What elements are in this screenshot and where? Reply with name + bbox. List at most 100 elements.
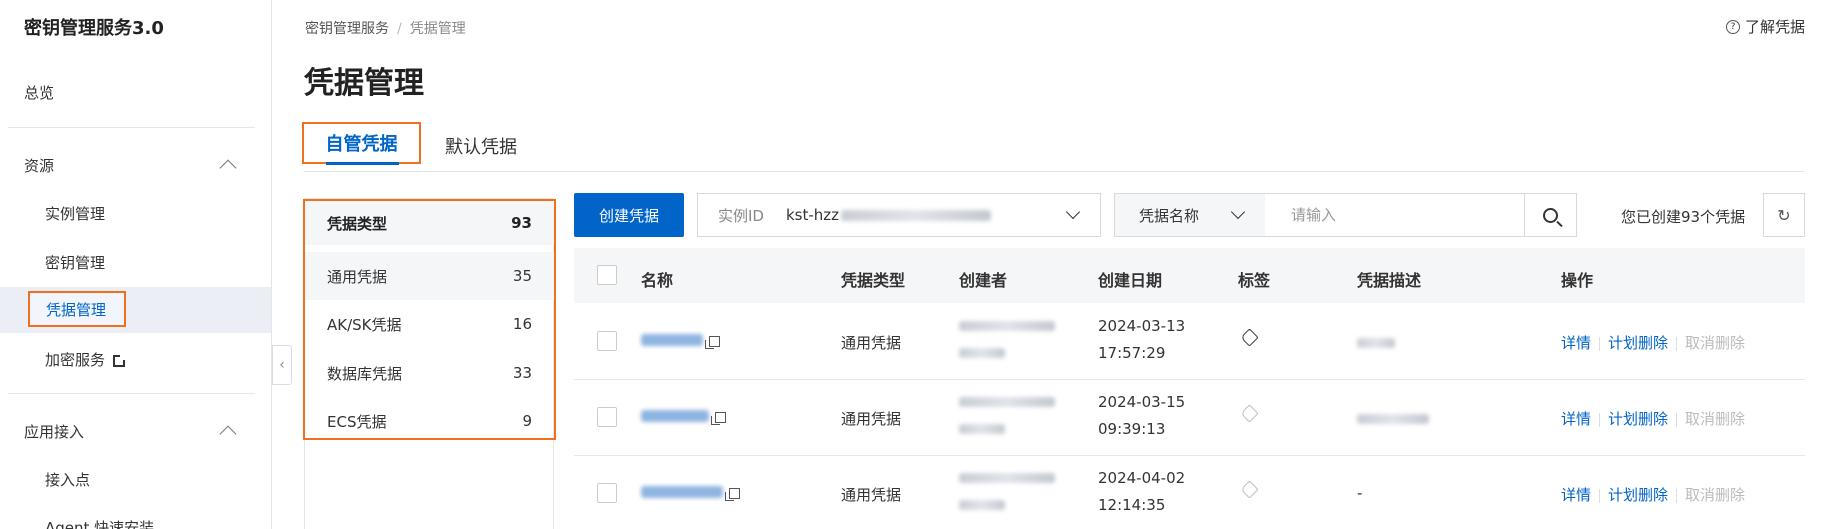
schedule-delete-link[interactable]: 计划删除 [1608,486,1668,504]
row-actions: 详情 计划删除 取消删除 [1561,408,1745,429]
redacted-text [959,500,1005,510]
refresh-button[interactable]: ↻ [1763,193,1805,237]
search-field-select[interactable]: 凭据名称 [1115,194,1265,236]
instance-value: kst-hzz [785,206,840,224]
sidebar-item-keys[interactable]: 密钥管理 [45,252,105,273]
row-divider [574,455,1805,456]
sidebar-item-encryption[interactable]: 加密服务 [45,349,128,370]
chevron-left-icon: ‹ [279,357,285,373]
column-header: 操作 [1561,271,1594,290]
row-checkbox[interactable] [597,407,617,427]
search-icon [1543,207,1558,223]
redacted-text [959,348,1005,358]
sidebar-item-instances[interactable]: 实例管理 [45,203,105,224]
detail-link[interactable]: 详情 [1561,410,1591,428]
created-date-day: 2024-03-15 [1098,393,1186,411]
row-actions: 详情 计划删除 取消删除 [1561,332,1745,353]
sidebar-item-secrets[interactable]: 凭据管理 [28,291,126,327]
type-item-ecs[interactable]: ECS凭据 9 [305,397,554,445]
row-checkbox[interactable] [597,331,617,351]
tag-icon[interactable] [1240,404,1259,423]
help-link[interactable]: ? 了解凭据 [1725,16,1805,37]
sidebar-divider [8,393,255,394]
description: - [1357,484,1363,502]
sidebar-item-label: 加密服务 [45,351,106,369]
copy-icon[interactable] [705,336,720,349]
redacted-text [959,321,1055,331]
active-tab-indicator [326,162,399,165]
created-date-time: 09:39:13 [1098,420,1166,438]
row-checkbox[interactable] [597,483,617,503]
column-header: 标签 [1238,271,1271,290]
secret-name-link[interactable] [641,408,726,426]
redacted-text [959,397,1055,407]
secret-name-link[interactable] [641,332,720,350]
tab-self-managed[interactable]: 自管凭据 [302,122,421,164]
creator [959,465,1055,510]
type-label: 凭据类型 [327,214,388,233]
instance-label: 实例ID [718,206,764,225]
product-title: 密钥管理服务3.0 [24,18,164,39]
chevron-up-icon[interactable] [219,425,237,443]
type-item-generic[interactable]: 通用凭据 35 [305,252,554,300]
detail-link[interactable]: 详情 [1561,334,1591,352]
secret-type: 通用凭据 [841,410,902,428]
sidebar-item-endpoints[interactable]: 接入点 [45,469,90,490]
sidebar-group-resources[interactable]: 资源 [24,155,54,176]
sidebar: 密钥管理服务3.0 总览 资源 实例管理 密钥管理 凭据管理 加密服务 应用接入… [0,0,272,529]
column-header: 创建日期 [1098,271,1163,290]
action-separator [1599,336,1601,351]
redacted-text [641,410,709,422]
sidebar-divider [8,127,255,128]
cancel-delete-link: 取消删除 [1685,410,1746,428]
select-all-checkbox[interactable] [597,265,617,285]
sidebar-group-access[interactable]: 应用接入 [24,421,84,442]
tabs-divider [304,171,1804,172]
sidebar-item-agent-install[interactable]: Agent 快速安装 [45,517,154,529]
copy-icon[interactable] [711,412,726,425]
search-box: 凭据名称 [1114,193,1577,237]
secret-type-panel: 凭据类型 93 通用凭据 35 AK/SK凭据 16 数据库凭据 33 ECS凭… [303,199,556,440]
type-item-database[interactable]: 数据库凭据 33 [305,349,554,397]
creator [959,389,1055,434]
sidebar-collapse-button[interactable]: ‹ [272,345,292,385]
type-label: ECS凭据 [327,412,387,431]
instance-select[interactable]: 实例ID kst-hzz [697,193,1101,237]
created-date: 2024-03-13 17:57:29 [1098,313,1185,367]
redacted-text [1357,338,1395,348]
refresh-icon: ↻ [1777,205,1791,225]
type-item-aksk[interactable]: AK/SK凭据 16 [305,300,554,348]
search-input[interactable] [1265,195,1520,235]
created-date: 2024-04-02 12:14:35 [1098,465,1185,519]
tag-icon[interactable] [1240,480,1259,499]
create-secret-button[interactable]: 创建凭据 [574,193,684,237]
tab-default[interactable]: 默认凭据 [445,133,517,159]
type-count: 33 [512,364,532,382]
secret-name-link[interactable] [641,484,740,502]
secret-type: 通用凭据 [841,486,902,504]
detail-link[interactable]: 详情 [1561,486,1591,504]
redacted-text [1357,414,1429,424]
cancel-delete-link: 取消删除 [1685,334,1746,352]
type-count: 9 [522,412,532,430]
table-header [574,248,1805,303]
type-panel-header[interactable]: 凭据类型 93 [305,201,554,245]
redacted-text [959,424,1005,434]
sidebar-item-overview[interactable]: 总览 [24,82,54,103]
copy-icon[interactable] [725,488,740,501]
type-count: 93 [511,214,532,232]
action-separator [1676,412,1678,427]
breadcrumb-current: 凭据管理 [409,21,466,37]
row-actions: 详情 计划删除 取消删除 [1561,484,1745,505]
schedule-delete-link[interactable]: 计划删除 [1608,410,1668,428]
row-divider [574,379,1805,380]
search-button[interactable] [1524,194,1576,236]
schedule-delete-link[interactable]: 计划删除 [1608,334,1668,352]
chevron-up-icon[interactable] [219,159,237,177]
breadcrumb-item[interactable]: 密钥管理服务 [305,21,389,37]
action-separator [1599,488,1601,503]
created-date-time: 12:14:35 [1098,496,1166,514]
tag-icon[interactable] [1240,328,1259,347]
created-date-time: 17:57:29 [1098,344,1166,362]
created-date: 2024-03-15 09:39:13 [1098,389,1185,443]
